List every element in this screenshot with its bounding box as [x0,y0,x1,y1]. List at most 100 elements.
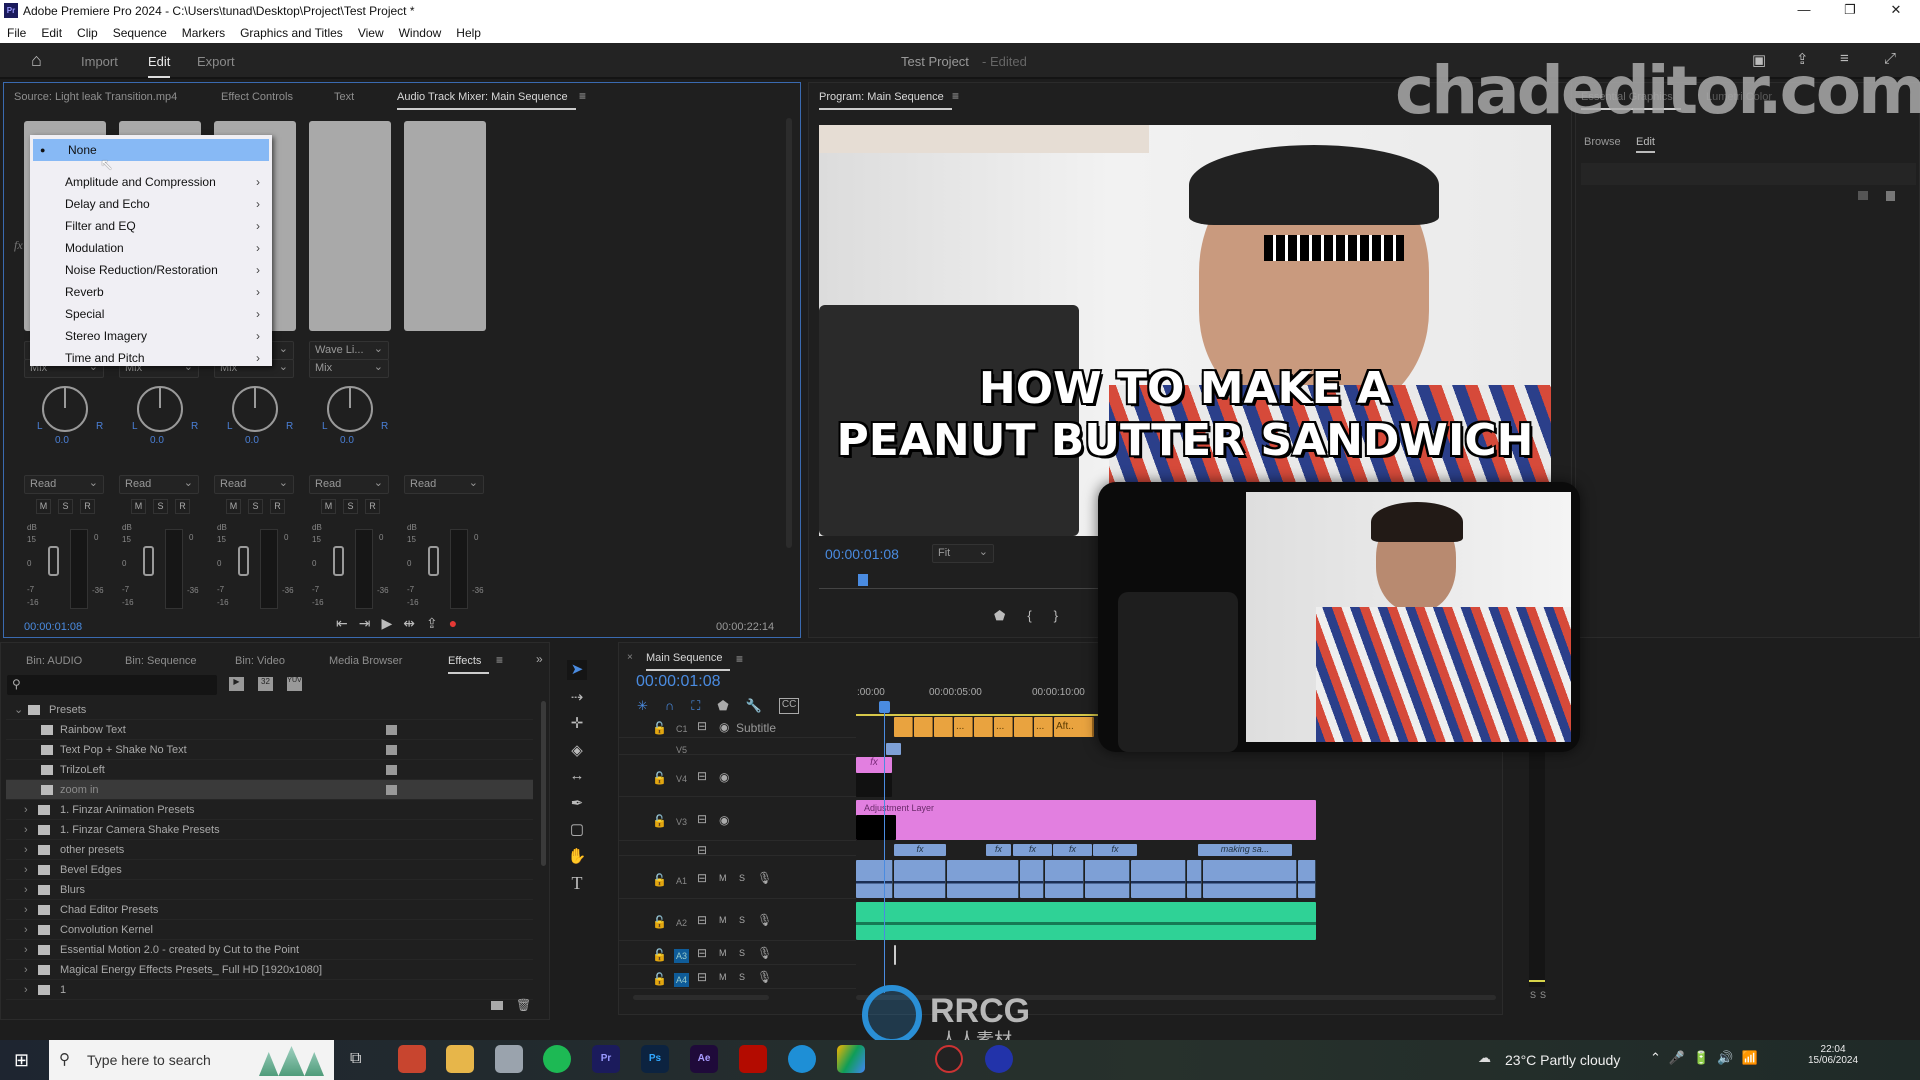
pan-knob[interactable] [137,386,183,432]
voiceover-mic-icon[interactable]: 🎙 [757,970,772,984]
effects-tree-item[interactable]: › 1. Finzar Animation Presets [6,800,533,820]
settings-wrench-icon[interactable]: 🔧 [746,698,762,714]
r-button[interactable]: R [175,499,190,514]
lock-icon[interactable]: 🔓 [652,948,667,962]
obs-icon[interactable] [935,1045,963,1073]
effect-menu-item[interactable]: Noise Reduction/Restoration › [30,259,272,281]
meter-solo-right[interactable]: S [1540,990,1546,1000]
chevron-right-icon[interactable]: › [24,920,28,940]
google-drive-icon[interactable] [837,1045,865,1073]
v4-fx-clip[interactable]: fx [856,757,892,773]
toggle-sync-icon[interactable]: ⊟ [697,812,707,826]
mute-button[interactable]: M [719,915,727,925]
menu-markers[interactable]: Markers [182,26,225,40]
meter-solo-left[interactable]: S [1530,990,1536,1000]
close-button[interactable]: ✕ [1876,2,1916,18]
v2-clip[interactable]: fx [986,844,1011,856]
effects-scrollbar[interactable] [541,701,546,866]
effects-tree-item[interactable]: zoom in [6,780,533,800]
effect-menu-item[interactable]: Time and Pitch › [30,347,272,369]
subtitle-clip[interactable] [1014,717,1033,737]
effect-menu-item[interactable]: Reverb › [30,281,272,303]
effects-tree-item[interactable]: › other presets [6,840,533,860]
lock-icon[interactable]: 🔓 [652,915,667,929]
s-button[interactable]: S [153,499,168,514]
v2-clip[interactable]: fx [894,844,946,856]
rectangle-tool-icon[interactable]: ▢ [567,820,587,840]
chevron-down-icon[interactable]: ⌄ [14,700,23,720]
tab-bin-audio[interactable]: Bin: AUDIO [26,655,82,667]
lock-icon[interactable]: 🔓 [652,972,667,986]
pan-knob[interactable] [42,386,88,432]
go-to-in-icon[interactable]: ⇤ [336,615,348,632]
v5-clip[interactable] [886,743,901,755]
menu-help[interactable]: Help [456,26,481,40]
maximize-button[interactable]: ❐ [1830,2,1870,18]
captions-icon[interactable]: CC [778,698,800,714]
snap-icon[interactable]: ∩ [665,698,674,714]
pan-value[interactable]: 0.0 [150,435,164,446]
acrobat-icon[interactable] [739,1045,767,1073]
play-icon[interactable]: ▶ [381,615,392,632]
chevron-right-icon[interactable]: › [24,960,28,980]
tab-main-sequence[interactable]: Main Sequence [646,652,731,671]
solo-button[interactable]: S [739,948,745,958]
program-menu-icon[interactable]: ≡ [952,89,959,103]
menu-file[interactable]: File [7,26,26,40]
loop-icon[interactable]: ⇹ [403,615,415,632]
pan-value[interactable]: 0.0 [55,435,69,446]
m-button[interactable]: M [131,499,146,514]
menu-clip[interactable]: Clip [77,26,98,40]
s-button[interactable]: S [248,499,263,514]
slip-tool-icon[interactable]: ↔ [567,767,587,787]
razor-tool-icon[interactable]: ◈ [567,741,587,761]
effect-menu-item[interactable]: Stereo Imagery › [30,325,272,347]
m-button[interactable]: M [321,499,336,514]
volume-fader[interactable] [143,546,154,576]
taskbar-app-3-icon[interactable] [495,1045,523,1073]
tab-bin-sequence[interactable]: Bin: Sequence [125,655,197,667]
menu-window[interactable]: Window [399,26,442,40]
subtab-edit[interactable]: Edit [1636,136,1655,153]
track-id-A1[interactable]: A1 [674,874,689,888]
solo-button[interactable]: S [739,915,745,925]
a1-audio-clip[interactable] [947,860,1019,898]
more-panels-icon[interactable]: » [536,652,543,666]
task-view-icon[interactable]: ⧉ [350,1050,361,1068]
home-icon[interactable]: ⌂ [31,50,42,71]
s-button[interactable]: S [343,499,358,514]
effects-menu-icon[interactable]: ≡ [496,653,503,667]
add-marker-icon[interactable]: ⬟ [994,608,1005,624]
lock-icon[interactable]: 🔓 [652,771,667,785]
a1-audio-clip[interactable] [1085,860,1130,898]
a1-audio-clip[interactable] [1203,860,1297,898]
chevron-right-icon[interactable]: › [24,900,28,920]
automation-mode-dropdown[interactable]: Read [119,475,199,494]
new-layer-icon[interactable] [1858,191,1868,200]
lock-icon[interactable]: 🔓 [652,873,667,887]
v2-clip[interactable]: making sa... [1198,844,1292,856]
track-select-tool-icon[interactable]: ⇢ [567,688,587,708]
a1-audio-clip[interactable] [1187,860,1202,898]
voiceover-mic-icon[interactable]: 🎙 [757,871,772,885]
subtitle-clip[interactable] [934,717,953,737]
effects-tree-item[interactable]: TrilzoLeft [6,760,533,780]
minimize-button[interactable]: — [1784,2,1824,17]
r-button[interactable]: R [80,499,95,514]
weather-text[interactable]: 23°C Partly cloudy [1505,1052,1620,1068]
track-id-C1[interactable]: C1 [674,722,690,736]
adjustment-layer-clip[interactable]: Adjustment Layer [856,800,1316,840]
track-id-A4[interactable]: A4 [674,973,690,987]
automation-mode-dropdown[interactable]: Read [309,475,389,494]
effects-tree-item[interactable]: › Essential Motion 2.0 - created by Cut t… [6,940,533,960]
track-id-A2[interactable]: A2 [674,916,689,930]
timeline-playhead-handle[interactable] [879,701,890,713]
mark-out-icon[interactable]: } [1054,608,1058,624]
subtitle-clip[interactable] [914,717,933,737]
voiceover-mic-icon[interactable]: 🎙 [757,946,772,960]
after-effects-icon[interactable]: Ae [690,1045,718,1073]
mute-button[interactable]: M [719,873,727,883]
add-marker-icon[interactable]: ⬟ [717,698,728,714]
pan-value[interactable]: 0.0 [340,435,354,446]
chevron-right-icon[interactable]: › [24,980,28,1000]
